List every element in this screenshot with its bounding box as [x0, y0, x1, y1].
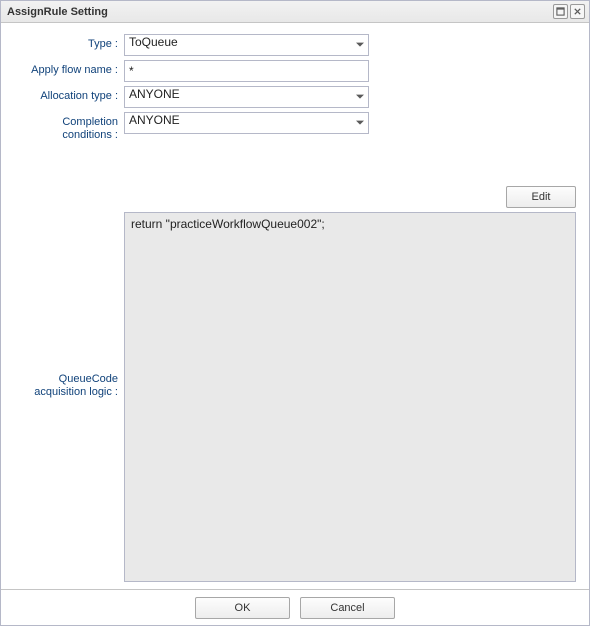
footer: OK Cancel — [1, 589, 589, 625]
completion-conditions-select[interactable]: ANYONE — [124, 112, 369, 134]
row-allocation-type: Allocation type : ANYONE — [14, 86, 576, 108]
row-apply-flow-name: Apply flow name : — [14, 60, 576, 82]
window-title: AssignRule Setting — [7, 6, 553, 18]
close-icon[interactable] — [570, 4, 585, 19]
ok-button[interactable]: OK — [195, 597, 290, 619]
chevron-down-icon[interactable] — [351, 35, 368, 55]
form-area: Type : ToQueue Apply flow name : — [13, 33, 577, 583]
type-select[interactable]: ToQueue — [124, 34, 369, 56]
row-type: Type : ToQueue — [14, 34, 576, 56]
edit-button[interactable]: Edit — [506, 186, 576, 208]
allocation-type-select[interactable]: ANYONE — [124, 86, 369, 108]
chevron-down-icon[interactable] — [351, 87, 368, 107]
apply-flow-name-input[interactable] — [125, 61, 368, 81]
chevron-down-icon[interactable] — [351, 113, 368, 133]
content: Type : ToQueue Apply flow name : — [1, 23, 589, 589]
maximize-icon[interactable] — [553, 4, 568, 19]
title-icons — [553, 4, 585, 19]
completion-conditions-value: ANYONE — [125, 113, 351, 133]
label-allocation-type: Allocation type : — [14, 86, 124, 103]
row-queue-code-logic: QueueCode acquisition logic : Edit retur… — [14, 186, 576, 582]
queue-code-logic-textarea[interactable]: return "practiceWorkflowQueue002"; — [124, 212, 576, 582]
label-completion-conditions: Completion conditions : — [14, 112, 124, 142]
apply-flow-name-input-wrap — [124, 60, 369, 82]
cancel-button[interactable]: Cancel — [300, 597, 395, 619]
titlebar: AssignRule Setting — [1, 1, 589, 23]
allocation-type-value: ANYONE — [125, 87, 351, 107]
label-apply-flow-name: Apply flow name : — [14, 60, 124, 77]
dialog-window: AssignRule Setting Type : ToQueue — [0, 0, 590, 626]
type-value: ToQueue — [125, 35, 351, 55]
label-queue-code-logic: QueueCode acquisition logic : — [14, 369, 124, 399]
label-type: Type : — [14, 34, 124, 51]
row-completion-conditions: Completion conditions : ANYONE — [14, 112, 576, 142]
